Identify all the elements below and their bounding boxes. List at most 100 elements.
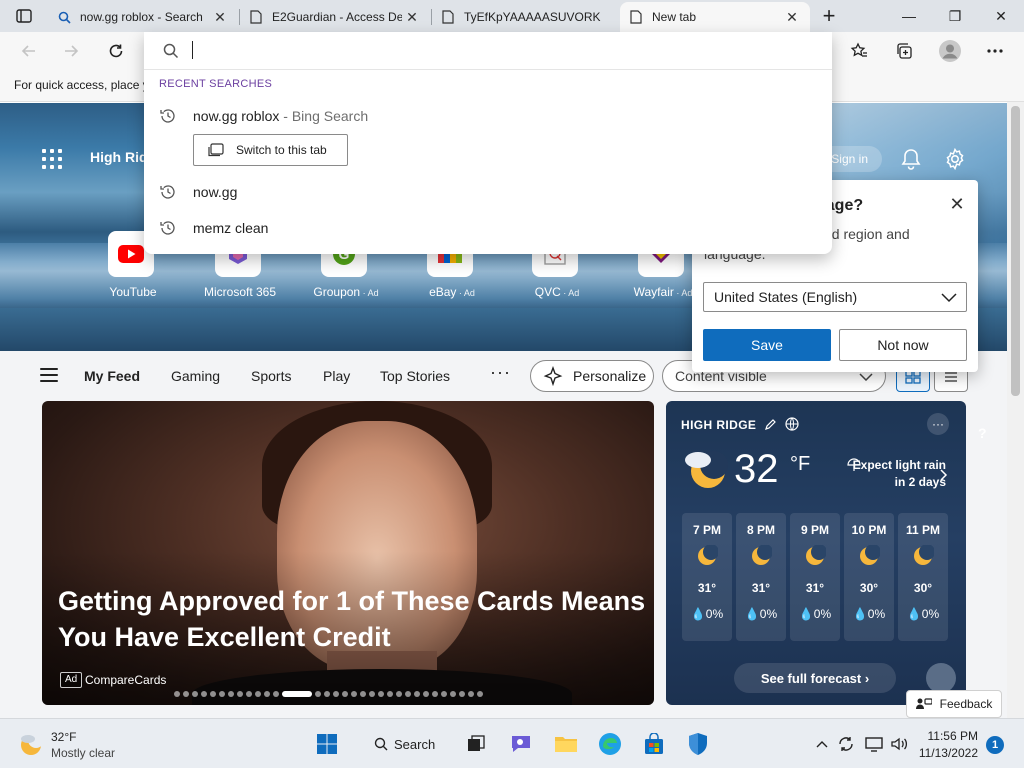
not-now-button[interactable]: Not now (839, 329, 967, 361)
hour-temp: 31° (805, 581, 825, 595)
tab-title: New tab (652, 10, 697, 24)
switch-tab-icon (208, 143, 224, 157)
settings-more-button[interactable] (980, 37, 1010, 65)
notification-badge[interactable]: 1 (986, 736, 1004, 754)
minimize-button[interactable]: — (886, 0, 932, 32)
refresh-button[interactable] (101, 37, 131, 65)
profile-button[interactable] (935, 37, 965, 65)
file-explorer-button[interactable] (550, 728, 582, 760)
feed-tab-gaming[interactable]: Gaming (171, 368, 220, 384)
page-icon (628, 9, 644, 25)
edge-button[interactable] (594, 728, 626, 760)
suggestion-item[interactable]: now.gg (144, 175, 832, 209)
hourly-forecast-item[interactable]: 7 PM 31° 💧0% (682, 513, 732, 641)
page-settings-button[interactable] (942, 146, 968, 172)
apps-launcher-icon[interactable] (42, 149, 62, 169)
edit-pencil-icon[interactable] (764, 418, 777, 431)
see-full-forecast-button[interactable]: See full forecast › (734, 663, 896, 693)
moon-weather-icon[interactable] (18, 731, 44, 757)
weather-card[interactable]: HIGH RIDGE ··· 32 °F Expect light rain i… (666, 401, 966, 705)
quick-link-label: eBay (429, 285, 457, 299)
article-title[interactable]: Getting Approved for 1 of These Cards Me… (58, 583, 648, 655)
sparkle-icon (543, 366, 563, 386)
forward-button[interactable] (56, 37, 86, 65)
taskbar-weather-condition[interactable]: Mostly clear (51, 746, 115, 760)
hour-precip: 0% (759, 607, 778, 621)
suggestion-text: now.gg (193, 184, 238, 200)
address-bar[interactable] (144, 32, 832, 70)
tab-actions-button[interactable] (8, 4, 40, 28)
tab-new-tab[interactable]: New tab ✕ (620, 2, 810, 32)
search-icon (374, 737, 388, 751)
tab-image[interactable]: TyEfKpYAAAAASUVORK (432, 2, 618, 32)
volume-icon[interactable] (889, 734, 909, 754)
suggestion-item[interactable]: now.gg roblox - Bing Search (144, 99, 832, 133)
restore-button[interactable]: ❐ (932, 0, 978, 32)
tab-close-button[interactable]: ✕ (402, 7, 422, 27)
weather-location[interactable]: HIGH RIDGE (681, 417, 799, 432)
weather-more-button[interactable]: ··· (927, 413, 949, 435)
help-question-mark[interactable]: ? (978, 425, 987, 441)
hour-precip: 0% (705, 607, 724, 621)
clock-time[interactable]: 11:56 PM (918, 729, 978, 743)
feed-tab-my-feed[interactable]: My Feed (84, 368, 140, 384)
weather-avatar[interactable] (926, 663, 956, 693)
hourly-forecast-item[interactable]: 11 PM 30° 💧0% (898, 513, 948, 641)
back-button[interactable] (14, 37, 44, 65)
switch-to-tab-button[interactable]: Switch to this tab (193, 134, 348, 166)
tab-close-button[interactable]: ✕ (782, 7, 802, 27)
hourly-forecast-item[interactable]: 8 PM 31° 💧0% (736, 513, 786, 641)
security-button[interactable] (682, 728, 714, 760)
feed-tab-play[interactable]: Play (323, 368, 350, 384)
sync-app-icon[interactable] (836, 734, 856, 754)
page-scrollbar[interactable] (1007, 102, 1024, 718)
moon-icon (914, 545, 934, 565)
start-button[interactable] (311, 728, 343, 760)
store-button[interactable] (638, 728, 670, 760)
hourly-forecast-item[interactable]: 10 PM 30° 💧0% (844, 513, 894, 641)
globe-icon[interactable] (785, 417, 799, 431)
language-select[interactable]: United States (English) (703, 282, 967, 312)
droplet-icon: 💧 (798, 607, 814, 621)
clock-date[interactable]: 11/13/2022 (914, 746, 978, 760)
feed-tab-sports[interactable]: Sports (251, 368, 291, 384)
feed-more-button[interactable]: ··· (490, 362, 511, 383)
scrollbar-thumb[interactable] (1011, 106, 1020, 396)
suggestion-item[interactable]: memz clean (144, 211, 832, 245)
more-horizontal-icon (987, 49, 1003, 53)
weather-unit[interactable]: °F (790, 453, 810, 476)
tab-search[interactable]: now.gg roblox - Search ✕ (48, 2, 238, 32)
chevron-up-icon[interactable] (812, 734, 832, 754)
personalize-button[interactable]: Personalize (530, 360, 654, 392)
taskbar-search-button[interactable]: Search (360, 730, 450, 758)
hour-precip: 0% (921, 607, 940, 621)
close-window-button[interactable]: ✕ (978, 0, 1024, 32)
hourly-forecast-item[interactable]: 9 PM 31° 💧0% (790, 513, 840, 641)
featured-article-card[interactable]: Getting Approved for 1 of These Cards Me… (42, 401, 654, 705)
chevron-down-icon (859, 373, 873, 381)
notifications-button[interactable] (898, 146, 924, 172)
tab-e2guardian[interactable]: E2Guardian - Access De ✕ (240, 2, 430, 32)
chat-button[interactable] (505, 728, 537, 760)
address-input[interactable] (192, 40, 812, 62)
refresh-icon (109, 44, 123, 58)
task-view-button[interactable] (460, 728, 492, 760)
new-tab-button[interactable]: + (814, 3, 844, 29)
suggestion-subtext: - Bing Search (279, 108, 369, 124)
feedback-button[interactable]: Feedback (906, 690, 1002, 718)
droplet-icon: 💧 (744, 607, 760, 621)
network-icon[interactable] (864, 734, 884, 754)
weather-alert[interactable]: Expect light rain in 2 days (846, 457, 946, 491)
menu-icon[interactable] (40, 368, 58, 382)
tab-title: E2Guardian - Access De (272, 10, 402, 24)
folder-icon (555, 737, 577, 752)
feed-tab-top-stories[interactable]: Top Stories (380, 368, 450, 384)
collections-button[interactable] (889, 37, 919, 65)
hero-location[interactable]: High Rid (90, 149, 148, 165)
favorites-button[interactable] (844, 37, 874, 65)
close-icon[interactable]: ✕ (946, 193, 968, 215)
save-button[interactable]: Save (703, 329, 831, 361)
taskbar-weather-temp[interactable]: 32°F (51, 730, 76, 744)
tab-close-button[interactable]: ✕ (210, 7, 230, 27)
carousel-dots[interactable] (174, 691, 483, 697)
